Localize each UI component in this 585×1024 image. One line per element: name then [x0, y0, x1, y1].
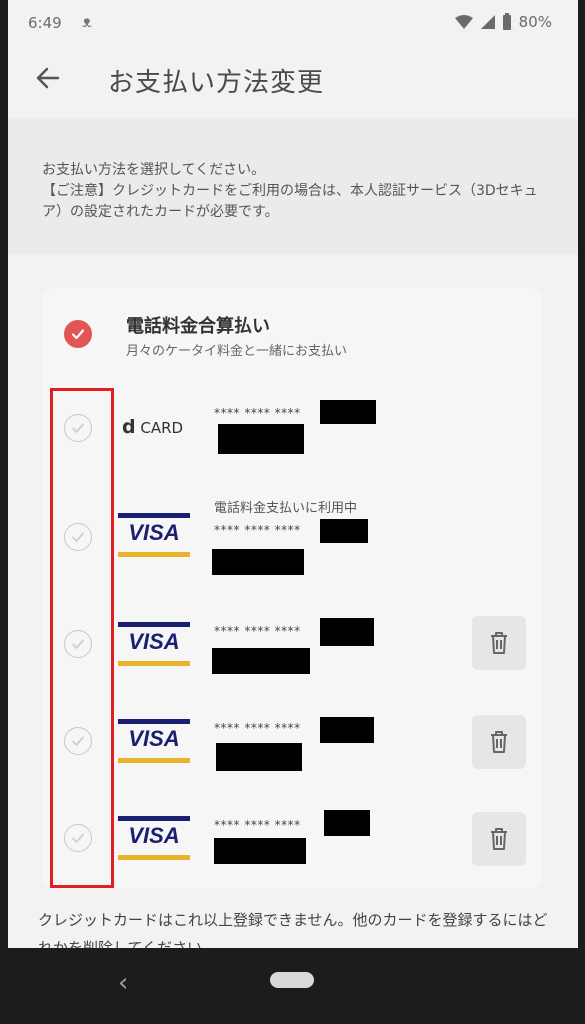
notice-line-2: 【ご注意】クレジットカードをご利用の場合は、本人認証サービス（3Dセキュア）の設…: [42, 183, 538, 220]
redacted-number: [320, 400, 376, 424]
status-bar: 6:49 ᴥ 80%: [8, 0, 578, 46]
payment-method-list: 電話料金合算払い 月々のケータイ料金と一緒にお支払い d CARD **** *…: [42, 288, 542, 888]
notice-text: お支払い方法を選択してください。 【ご注意】クレジットカードをご利用の場合は、本…: [42, 160, 542, 223]
system-nav-bar: ‹: [0, 948, 585, 1024]
notice-line-1: お支払い方法を選択してください。: [42, 162, 266, 178]
redacted-number: [324, 810, 370, 836]
dcard-logo: d CARD: [122, 416, 184, 438]
status-time: 6:49: [28, 14, 62, 32]
redacted-name: [218, 424, 304, 454]
payment-option-carrier[interactable]: 電話料金合算払い 月々のケータイ料金と一緒にお支払い: [42, 308, 542, 378]
card-number-mask: **** **** ****: [214, 406, 301, 420]
trash-icon: [491, 632, 507, 654]
app-bar: お支払い方法変更: [8, 46, 578, 116]
payment-option-card[interactable]: VISA **** **** ****: [42, 703, 542, 785]
footer-note: クレジットカードはこれ以上登録できません。他のカードを登録するにはどれかを削除し…: [38, 911, 548, 948]
payment-option-card[interactable]: VISA **** **** ****: [42, 800, 542, 882]
card-number-mask: **** **** ****: [214, 624, 301, 638]
trash-icon: [491, 828, 507, 850]
card-number-mask: **** **** ****: [214, 523, 301, 537]
payment-option-card[interactable]: VISA **** **** ****: [42, 606, 542, 688]
delete-card-button[interactable]: [472, 616, 526, 670]
app-screen: 6:49 ᴥ 80% お支払い方法変更 お支払い方法を選択してください。 【ご注…: [8, 0, 578, 948]
redacted-number: [320, 519, 368, 543]
redacted-name: [216, 743, 302, 771]
arrow-left-icon[interactable]: [34, 64, 62, 92]
trash-icon: [491, 731, 507, 753]
redacted-name: [214, 838, 306, 864]
redacted-number: [320, 717, 374, 743]
page-title: お支払い方法変更: [108, 68, 325, 98]
card-number-mask: **** **** ****: [214, 721, 301, 735]
radio-selected[interactable]: [64, 320, 92, 348]
nav-back-icon[interactable]: ‹: [118, 968, 128, 998]
visa-logo: VISA: [118, 513, 190, 557]
carrier-title: 電話料金合算払い: [126, 316, 270, 337]
check-icon: [71, 329, 85, 340]
notice-panel: お支払い方法を選択してください。 【ご注意】クレジットカードをご利用の場合は、本…: [8, 118, 578, 254]
redacted-number: [320, 618, 374, 646]
nav-home-button[interactable]: [270, 972, 314, 988]
payment-option-card[interactable]: VISA 電話料金支払いに利用中 **** **** ****: [42, 493, 542, 588]
delete-card-button[interactable]: [472, 812, 526, 866]
notification-app-icon: ᴥ: [82, 12, 92, 31]
delete-card-button[interactable]: [472, 715, 526, 769]
battery-icon: [502, 12, 511, 30]
carrier-subtitle: 月々のケータイ料金と一緒にお支払い: [126, 344, 348, 359]
highlight-annotation: [50, 388, 114, 888]
signal-icon: [480, 15, 495, 29]
card-note: 電話料金支払いに利用中: [214, 501, 358, 516]
status-indicators: 80%: [454, 12, 552, 31]
battery-level: 80%: [518, 13, 552, 31]
card-number-mask: **** **** ****: [214, 818, 301, 832]
payment-option-card[interactable]: d CARD **** **** ****: [42, 388, 542, 478]
wifi-icon: [454, 15, 473, 29]
visa-logo: VISA: [118, 816, 190, 860]
visa-logo: VISA: [118, 622, 190, 666]
redacted-name: [212, 648, 310, 674]
redacted-name: [212, 549, 304, 575]
visa-logo: VISA: [118, 719, 190, 763]
